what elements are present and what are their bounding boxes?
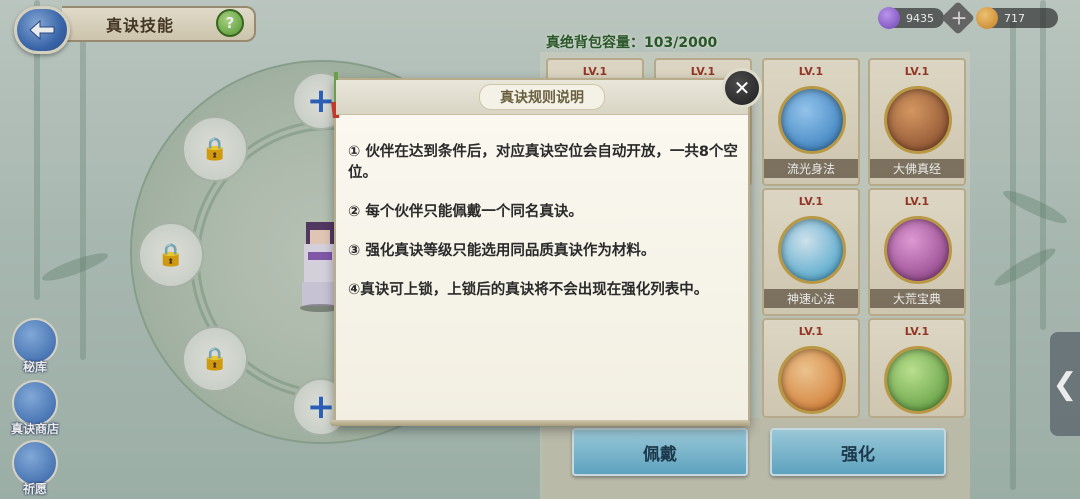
rules-dialog: 真诀规则说明 ① 伙伴在达到条件后，对应真诀空位会自动开放，一共8个空位。 ② …	[330, 72, 750, 426]
rule-text: ③ 强化真诀等级只能选用同品质真诀作为材料。	[348, 243, 656, 259]
rule-text: ④真诀可上锁，上锁后的真诀将不会出现在强化列表中。	[348, 282, 709, 298]
rule-text: ① 伙伴在达到条件后，对应真诀空位会自动开放，一共8个空位。	[348, 144, 738, 181]
close-dialog-button[interactable]: ✕	[722, 68, 762, 108]
close-icon: ✕	[733, 76, 751, 100]
scroll-rod	[330, 420, 750, 426]
rule-text: ② 每个伙伴只能佩戴一个同名真诀。	[348, 204, 583, 220]
dialog-title: 真诀规则说明	[479, 84, 605, 110]
dialog-header: 真诀规则说明	[336, 80, 748, 115]
dialog-body: ① 伙伴在达到条件后，对应真诀空位会自动开放，一共8个空位。 ② 每个伙伴只能佩…	[348, 142, 740, 319]
